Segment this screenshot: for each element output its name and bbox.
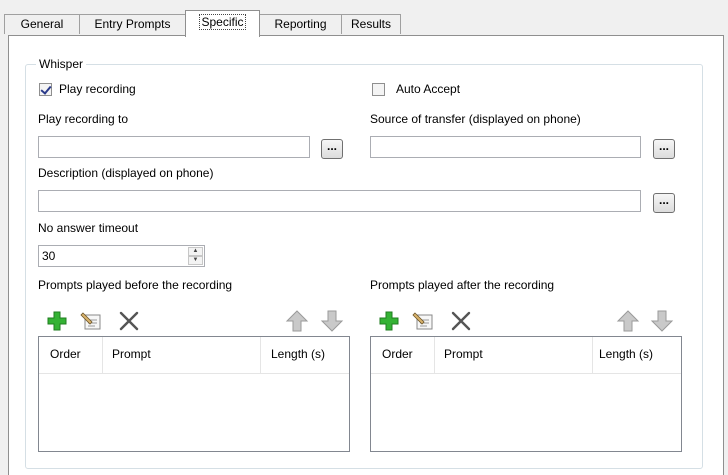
source-of-transfer-field[interactable]: [370, 136, 641, 158]
delete-icon[interactable]: [450, 310, 472, 332]
tab-specific-label: Specific: [199, 14, 246, 30]
arrow-down-icon[interactable]: [320, 309, 344, 332]
arrow-down-icon[interactable]: [650, 309, 674, 332]
prompts-after-grid[interactable]: Order Prompt Length (s): [370, 336, 682, 452]
delete-icon[interactable]: [118, 310, 140, 332]
auto-accept-checkbox[interactable]: [372, 83, 385, 96]
source-of-transfer-browse-button[interactable]: ...: [653, 139, 675, 159]
tab-results-label: Results: [350, 17, 391, 31]
column-prompt[interactable]: Prompt: [112, 337, 151, 373]
spin-down-button[interactable]: ▼: [188, 256, 203, 265]
no-answer-timeout-spinner[interactable]: 30 ▲ ▼: [38, 245, 205, 267]
prompts-before-label: Prompts played before the recording: [38, 278, 233, 292]
spin-up-button[interactable]: ▲: [188, 247, 203, 256]
tab-reporting[interactable]: Reporting: [259, 14, 342, 34]
tab-specific[interactable]: Specific: [185, 10, 260, 37]
add-icon[interactable]: [46, 310, 68, 332]
description-field[interactable]: [38, 190, 641, 212]
tab-entry-prompts-label: Entry Prompts: [94, 17, 171, 31]
description-label: Description (displayed on phone): [38, 166, 214, 180]
tab-results[interactable]: Results: [341, 14, 401, 34]
description-browse-button[interactable]: ...: [653, 193, 675, 213]
column-prompt[interactable]: Prompt: [444, 337, 483, 373]
tab-reporting-label: Reporting: [274, 17, 327, 31]
add-icon[interactable]: [378, 310, 400, 332]
arrow-up-icon[interactable]: [616, 309, 640, 332]
play-recording-checkbox[interactable]: [39, 83, 52, 96]
edit-icon[interactable]: [412, 308, 434, 330]
play-recording-to-field[interactable]: [38, 136, 310, 158]
auto-accept-label[interactable]: Auto Accept: [396, 82, 460, 96]
column-length[interactable]: Length (s): [271, 337, 325, 373]
column-length[interactable]: Length (s): [599, 337, 653, 373]
edit-icon[interactable]: [80, 308, 102, 330]
tab-entry-prompts[interactable]: Entry Prompts: [79, 14, 186, 34]
prompts-before-grid-header: Order Prompt Length (s): [39, 337, 349, 374]
tab-general[interactable]: General: [4, 14, 80, 34]
play-recording-to-label: Play recording to: [38, 112, 129, 126]
prompts-before-grid[interactable]: Order Prompt Length (s): [38, 336, 350, 452]
whisper-group-title: Whisper: [36, 57, 87, 71]
no-answer-timeout-label: No answer timeout: [38, 221, 139, 235]
play-recording-to-browse-button[interactable]: ...: [321, 139, 343, 159]
play-recording-label[interactable]: Play recording: [59, 82, 136, 96]
column-order[interactable]: Order: [382, 337, 413, 373]
column-order[interactable]: Order: [50, 337, 81, 373]
source-of-transfer-label: Source of transfer (displayed on phone): [370, 112, 581, 126]
arrow-up-icon[interactable]: [285, 309, 309, 332]
prompts-after-label: Prompts played after the recording: [370, 278, 555, 292]
no-answer-timeout-value[interactable]: 30: [42, 249, 55, 263]
tab-general-label: General: [20, 17, 64, 31]
prompts-after-grid-header: Order Prompt Length (s): [371, 337, 681, 374]
